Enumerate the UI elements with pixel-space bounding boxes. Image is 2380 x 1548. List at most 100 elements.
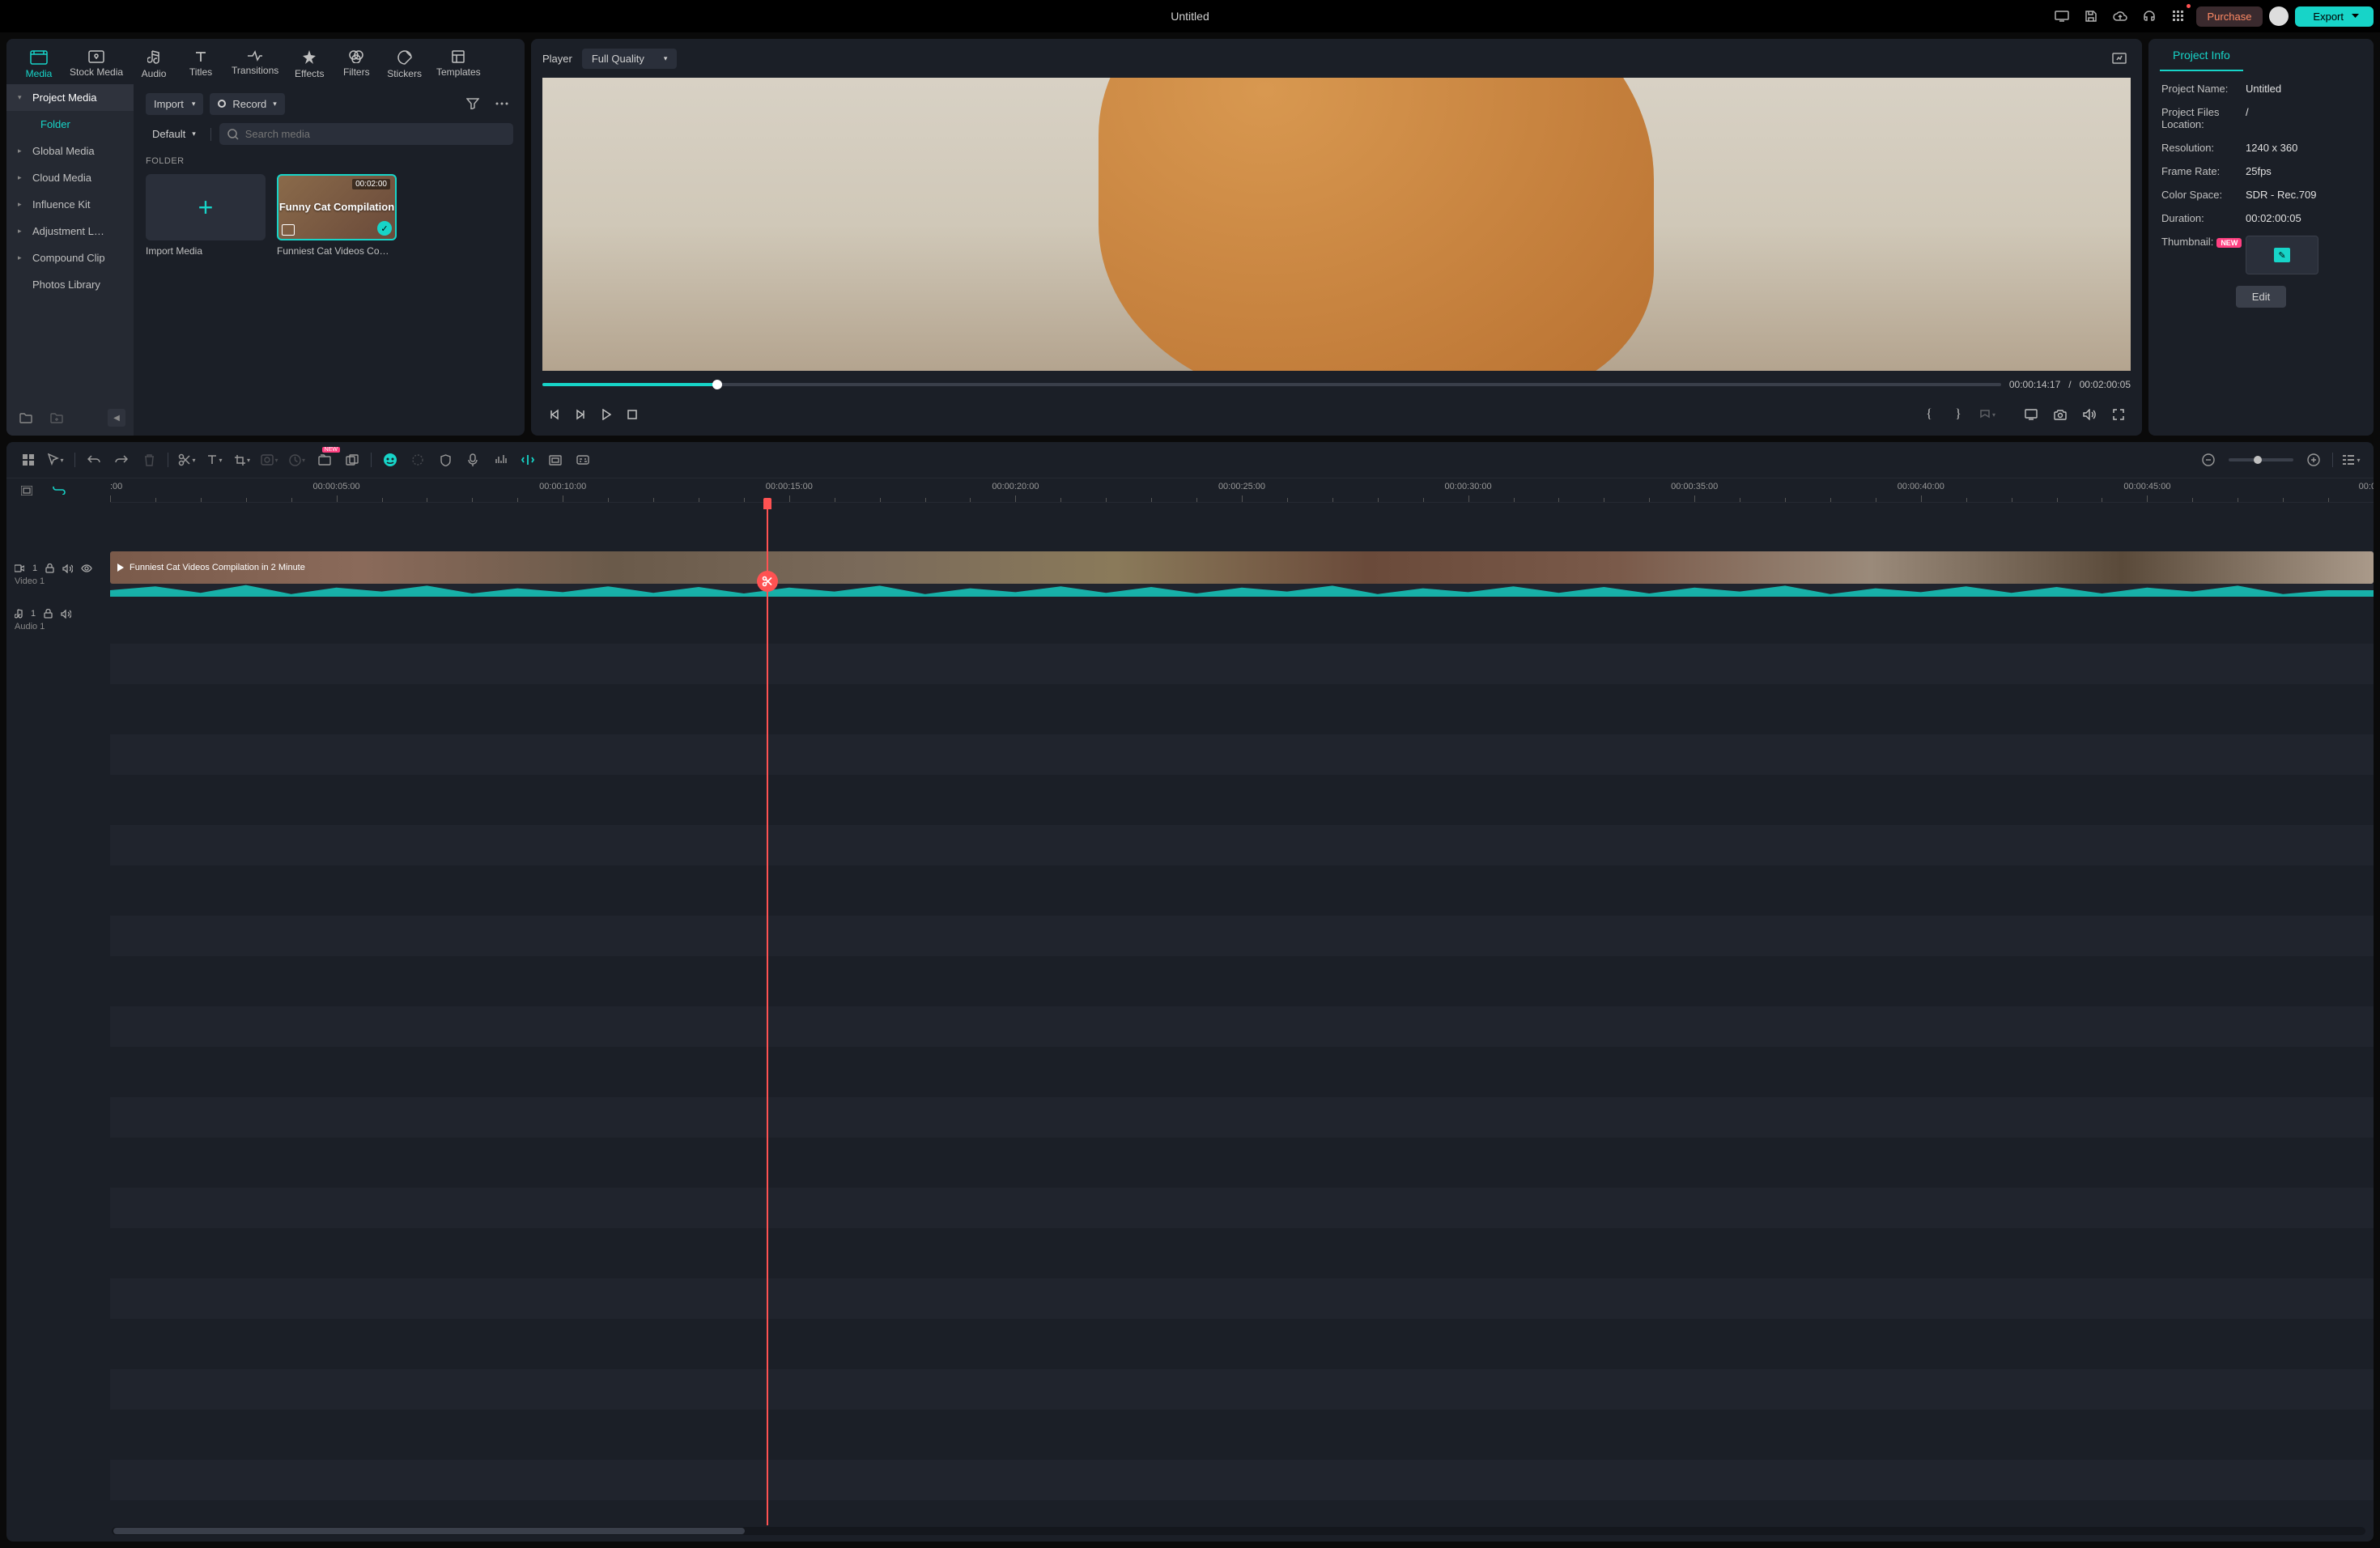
marker-button[interactable]: ▾ [1975,403,2000,426]
tab-stickers[interactable]: Stickers [380,45,428,84]
voiceover-tool[interactable] [461,449,485,471]
collapse-sidebar-button[interactable]: ◀ [108,409,125,427]
import-button[interactable]: Import▾ [146,93,203,115]
ai-tool[interactable] [378,449,402,471]
display-icon[interactable] [2051,5,2073,28]
compare-icon[interactable] [2108,47,2131,70]
sidebar-item-compound-clip[interactable]: ▸Compound Clip [6,245,134,271]
new-folder-icon[interactable] [15,406,37,429]
timeline-hscroll[interactable] [112,1527,2365,1535]
purchase-button[interactable]: Purchase [2196,6,2263,27]
edit-button[interactable]: Edit [2236,286,2286,308]
sort-dropdown[interactable]: Default▾ [146,125,202,143]
select-tool[interactable]: ▾ [44,449,68,471]
timeline-ruler[interactable]: :00:0000:00:05:0000:00:10:0000:00:15:000… [110,478,2374,503]
audio-track-header[interactable]: 1 Audio 1 [6,598,110,639]
playhead[interactable] [767,503,768,1525]
marker-tool[interactable] [543,449,567,471]
search-box[interactable] [219,123,513,145]
mute-icon[interactable] [61,610,71,619]
tab-transitions[interactable]: Transitions [225,45,285,84]
seek-bar[interactable] [542,383,2001,386]
sidebar-item-influence-kit[interactable]: ▸Influence Kit [6,191,134,218]
support-icon[interactable] [2138,5,2161,28]
quality-dropdown[interactable]: Full Quality▾ [582,49,678,69]
undo-tool[interactable] [82,449,106,471]
tab-media[interactable]: Media [16,45,62,84]
layout-tool[interactable] [16,449,40,471]
cloud-icon[interactable] [2109,5,2131,28]
more-icon[interactable] [491,92,513,115]
snapshot-icon[interactable] [2048,403,2072,426]
chevron-down-icon: ▾ [192,130,196,138]
tab-stock-media[interactable]: Stock Media [63,45,130,84]
user-avatar[interactable] [2269,6,2289,26]
mark-in-button[interactable]: { [1917,403,1941,426]
volume-icon[interactable] [2077,403,2102,426]
text-tool[interactable]: ▾ [202,449,227,471]
caption-tool[interactable] [571,449,595,471]
mask-tool: ▾ [257,449,282,471]
zoom-out-button[interactable] [2196,449,2221,471]
search-icon [227,129,239,140]
tab-audio[interactable]: Audio [131,45,176,84]
info-val-duration: 00:02:00:05 [2246,212,2361,224]
play-button[interactable] [594,403,618,426]
lock-icon[interactable] [44,609,53,619]
sidebar-item-project-media[interactable]: ▾Project Media [6,84,134,111]
sidebar-item-photos-library[interactable]: Photos Library [6,271,134,298]
apps-icon[interactable] [2167,5,2190,28]
track-options-button[interactable]: ▾ [2340,449,2364,471]
stop-button[interactable] [620,403,644,426]
tab-titles[interactable]: Titles [178,45,223,84]
list-icon[interactable] [45,406,68,429]
display-settings-icon[interactable] [2019,403,2043,426]
color-tool[interactable]: NEW [312,449,337,471]
tab-effects[interactable]: Effects [287,45,332,84]
sidebar-item-folder[interactable]: Folder [6,111,134,138]
video-track-header[interactable]: 1 Video 1 [6,548,110,598]
eye-icon[interactable] [81,564,92,572]
link-toggle-icon[interactable] [47,479,71,502]
tab-filters[interactable]: Filters [334,45,379,84]
video-preview[interactable] [542,78,2131,371]
audio-icon [147,50,160,65]
split-tool[interactable]: ▾ [175,449,199,471]
split-at-playhead-button[interactable] [757,571,778,592]
chevron-right-icon: ▸ [18,200,26,209]
sidebar-item-cloud-media[interactable]: ▸Cloud Media [6,164,134,191]
shield-tool[interactable] [433,449,457,471]
timeline-tracks[interactable]: Funniest Cat Videos Compilation in 2 Min… [110,503,2374,1525]
chevron-down-icon [2352,14,2359,19]
zoom-slider[interactable] [2229,458,2293,461]
video-clip[interactable]: Funniest Cat Videos Compilation in 2 Min… [110,551,2374,584]
mark-out-button[interactable]: } [1946,403,1970,426]
next-frame-button[interactable] [568,403,593,426]
info-key-colorspace: Color Space: [2161,189,2239,201]
tab-templates[interactable]: Templates [430,45,487,84]
lock-icon[interactable] [45,563,54,573]
audio-mix-tool[interactable] [488,449,512,471]
sidebar-item-adjustment-layer[interactable]: ▸Adjustment L… [6,218,134,245]
fullscreen-icon[interactable] [2106,403,2131,426]
zoom-in-button[interactable] [2301,449,2326,471]
sidebar-item-global-media[interactable]: ▸Global Media [6,138,134,164]
record-button[interactable]: Record▾ [210,93,284,115]
media-sidebar: ▾Project Media Folder ▸Global Media ▸Clo… [6,84,134,436]
check-icon: ✓ [377,221,392,236]
group-tool[interactable] [340,449,364,471]
prev-frame-button[interactable] [542,403,567,426]
redo-tool[interactable] [109,449,134,471]
crop-tool[interactable]: ▾ [230,449,254,471]
search-input[interactable] [245,128,505,140]
import-media-tile[interactable]: + Import Media [146,174,266,257]
filter-icon[interactable] [461,92,484,115]
export-button[interactable]: Export [2295,6,2374,27]
mute-icon[interactable] [62,564,73,573]
save-icon[interactable] [2080,5,2102,28]
magnetic-tool[interactable] [516,449,540,471]
project-info-tab[interactable]: Project Info [2160,39,2243,71]
media-clip-item[interactable]: Funny Cat Compilation 00:02:00 ✓ Funnies… [277,174,397,257]
timeline-view-icon[interactable] [15,479,39,502]
thumbnail-edit-button[interactable]: ✎ [2246,236,2318,274]
